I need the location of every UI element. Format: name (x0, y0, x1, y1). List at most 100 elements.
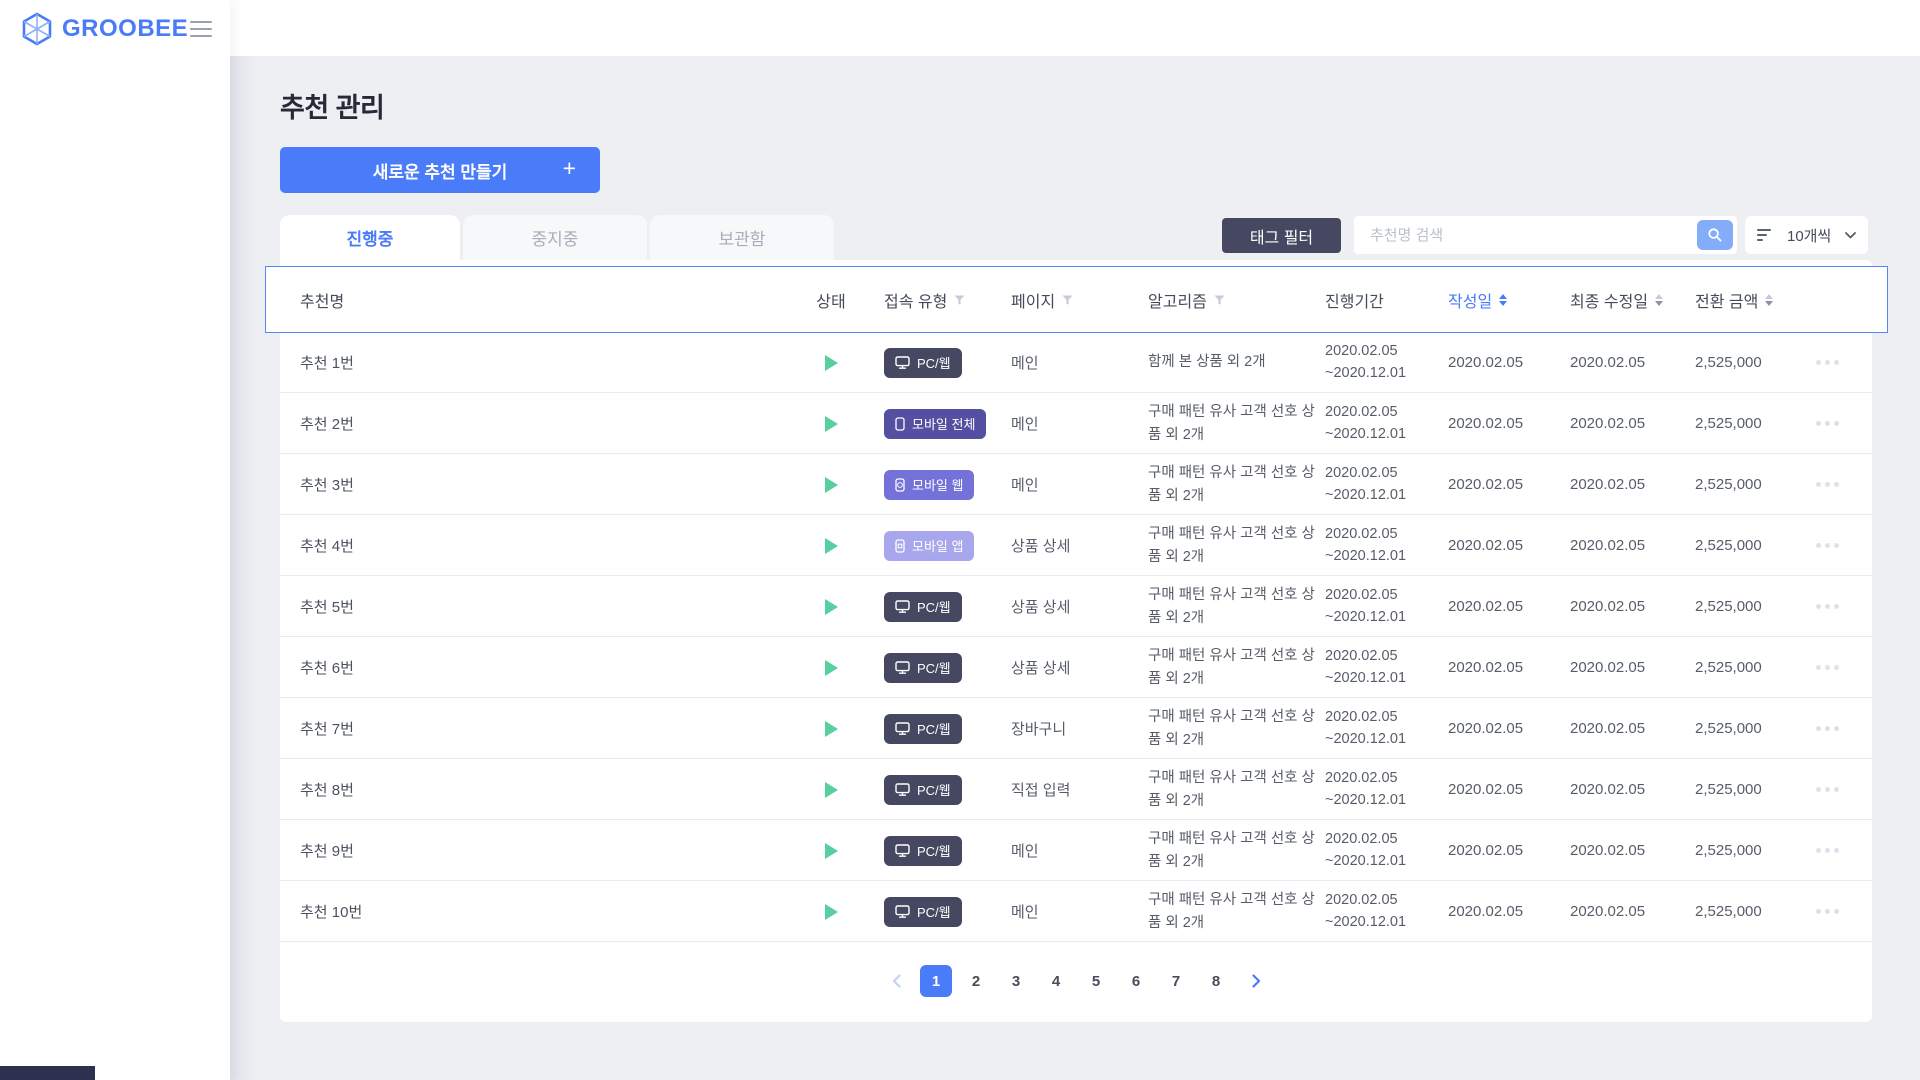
tab[interactable]: 보관함 (650, 215, 834, 260)
logo-text: GROOBEE (62, 15, 188, 43)
col-header-device[interactable]: 접속 유형 (876, 288, 1011, 312)
col-header-name: 추천명 (266, 288, 786, 312)
recommendation-name: 추천 1번 (266, 352, 786, 373)
recommendation-name: 추천 4번 (266, 535, 786, 556)
device-badge-label: PC/웹 (917, 597, 951, 616)
col-header-modified[interactable]: 최종 수정일 (1563, 288, 1688, 312)
algorithm-cell: 함께 본 상품 외 2개 (1146, 351, 1321, 373)
pagination-page-button[interactable]: 7 (1160, 965, 1192, 997)
pagination-next-button[interactable] (1240, 965, 1272, 997)
pagination-page-button[interactable]: 6 (1120, 965, 1152, 997)
tag-filter-button[interactable]: 태그 필터 (1222, 218, 1341, 253)
modified-cell: 2020.02.05 (1563, 354, 1688, 371)
table-row[interactable]: 추천 3번 모바일 웹 메인 구매 패턴 유사 고객 선호 상품 외 2개 20… (266, 454, 1887, 515)
table-row[interactable]: 추천 9번 PC/웹 메인 구매 패턴 유사 고객 선호 상품 외 2개 202… (266, 820, 1887, 881)
page-cell: 메인 (1011, 352, 1146, 373)
device-badge-label: PC/웹 (917, 658, 951, 677)
recommendation-name: 추천 8번 (266, 779, 786, 800)
page-size-dropdown[interactable]: 10개씩 (1745, 216, 1868, 254)
col-header-amount[interactable]: 전환 금액 (1688, 288, 1788, 312)
search-input[interactable] (1354, 216, 1737, 254)
device-type-badge: PC/웹 (884, 592, 962, 622)
algorithm-cell: 구매 패턴 유사 고객 선호 상품 외 2개 (1146, 828, 1321, 873)
recommendation-name: 추천 2번 (266, 413, 786, 434)
row-actions-ellipsis-button[interactable] (1788, 726, 1887, 731)
table-row[interactable]: 추천 2번 모바일 전체 메인 구매 패턴 유사 고객 선호 상품 외 2개 2… (266, 393, 1887, 454)
algorithm-cell: 구매 패턴 유사 고객 선호 상품 외 2개 (1146, 584, 1321, 629)
amount-cell: 2,525,000 (1688, 720, 1788, 737)
logo[interactable]: GROOBEE (20, 12, 188, 46)
create-recommendation-button[interactable]: 새로운 추천 만들기 + (280, 147, 600, 193)
pagination-page-button[interactable]: 4 (1040, 965, 1072, 997)
pagination-page-button[interactable]: 8 (1200, 965, 1232, 997)
row-actions-ellipsis-button[interactable] (1788, 482, 1887, 487)
pagination-page-button[interactable]: 5 (1080, 965, 1112, 997)
top-bar (0, 0, 1920, 56)
recommendation-name: 추천 5번 (266, 596, 786, 617)
device-badge-label: 모바일 웹 (912, 475, 963, 494)
row-actions-ellipsis-button[interactable] (1788, 665, 1887, 670)
row-actions-ellipsis-button[interactable] (1788, 543, 1887, 548)
table-row[interactable]: 추천 5번 PC/웹 상품 상세 구매 패턴 유사 고객 선호 상품 외 2개 … (266, 576, 1887, 637)
pagination-prev-button[interactable] (880, 965, 912, 997)
table-row[interactable]: 추천 8번 PC/웹 직접 입력 구매 패턴 유사 고객 선호 상품 외 2개 … (266, 759, 1887, 820)
period-cell: 2020.02.05 ~2020.12.01 (1321, 585, 1441, 629)
amount-cell: 2,525,000 (1688, 781, 1788, 798)
col-header-algorithm[interactable]: 알고리즘 (1146, 288, 1321, 312)
row-actions-ellipsis-button[interactable] (1788, 909, 1887, 914)
row-actions-ellipsis-button[interactable] (1788, 787, 1887, 792)
modified-cell: 2020.02.05 (1563, 781, 1688, 798)
created-cell: 2020.02.05 (1441, 842, 1563, 859)
page-cell: 장바구니 (1011, 718, 1146, 739)
search-icon (1707, 227, 1723, 243)
device-type-badge: 모바일 전체 (884, 409, 986, 439)
mobile-icon (895, 478, 905, 492)
tab-label: 진행중 (347, 225, 394, 250)
row-actions-ellipsis-button[interactable] (1788, 360, 1887, 365)
recommendation-name: 추천 10번 (266, 901, 786, 922)
device-badge-label: 모바일 전체 (912, 414, 975, 433)
device-type-badge: PC/웹 (884, 775, 962, 805)
row-actions-ellipsis-button[interactable] (1788, 421, 1887, 426)
algorithm-cell: 구매 패턴 유사 고객 선호 상품 외 2개 (1146, 706, 1321, 751)
device-type-badge: PC/웹 (884, 653, 962, 683)
row-actions-ellipsis-button[interactable] (1788, 848, 1887, 853)
table-row[interactable]: 추천 4번 모바일 앱 상품 상세 구매 패턴 유사 고객 선호 상품 외 2개… (266, 515, 1887, 576)
col-header-created[interactable]: 작성일 (1441, 288, 1563, 312)
device-type-badge: 모바일 웹 (884, 470, 974, 500)
pagination-page-button[interactable]: 3 (1000, 965, 1032, 997)
algorithm-cell: 구매 패턴 유사 고객 선호 상품 외 2개 (1146, 889, 1321, 934)
menu-hamburger-icon[interactable] (190, 21, 212, 37)
table-row[interactable]: 추천 7번 PC/웹 장바구니 구매 패턴 유사 고객 선호 상품 외 2개 2… (266, 698, 1887, 759)
tab[interactable]: 진행중 (280, 215, 460, 260)
modified-cell: 2020.02.05 (1563, 903, 1688, 920)
sort-lines-icon (1757, 229, 1771, 241)
table-row[interactable]: 추천 10번 PC/웹 메인 구매 패턴 유사 고객 선호 상품 외 2개 20… (266, 881, 1887, 942)
created-cell: 2020.02.05 (1441, 537, 1563, 554)
status-play-icon (825, 782, 838, 798)
table-row[interactable]: 추천 6번 PC/웹 상품 상세 구매 패턴 유사 고객 선호 상품 외 2개 … (266, 637, 1887, 698)
tab[interactable]: 중지중 (463, 215, 647, 260)
col-header-page[interactable]: 페이지 (1011, 288, 1146, 312)
device-type-badge: PC/웹 (884, 714, 962, 744)
status-play-icon (825, 416, 838, 432)
groobee-hexagon-icon (20, 12, 54, 46)
algorithm-cell: 구매 패턴 유사 고객 선호 상품 외 2개 (1146, 401, 1321, 446)
amount-cell: 2,525,000 (1688, 415, 1788, 432)
pagination-page-button[interactable]: 1 (920, 965, 952, 997)
recommendation-name: 추천 7번 (266, 718, 786, 739)
modified-cell: 2020.02.05 (1563, 415, 1688, 432)
page-cell: 메인 (1011, 474, 1146, 495)
device-badge-label: 모바일 앱 (912, 536, 963, 555)
period-cell: 2020.02.05 ~2020.12.01 (1321, 829, 1441, 873)
period-cell: 2020.02.05 ~2020.12.01 (1321, 768, 1441, 812)
filter-funnel-icon (954, 295, 965, 305)
search-button[interactable] (1697, 220, 1733, 250)
table-row[interactable]: 추천 1번 PC/웹 메인 함께 본 상품 외 2개 2020.02.05 (266, 332, 1887, 393)
page-size-value: 10개씩 (1787, 225, 1831, 246)
period-cell: 2020.02.05 ~2020.12.01 (1321, 402, 1441, 446)
modified-cell: 2020.02.05 (1563, 598, 1688, 615)
pagination-page-button[interactable]: 2 (960, 965, 992, 997)
created-cell: 2020.02.05 (1441, 598, 1563, 615)
row-actions-ellipsis-button[interactable] (1788, 604, 1887, 609)
